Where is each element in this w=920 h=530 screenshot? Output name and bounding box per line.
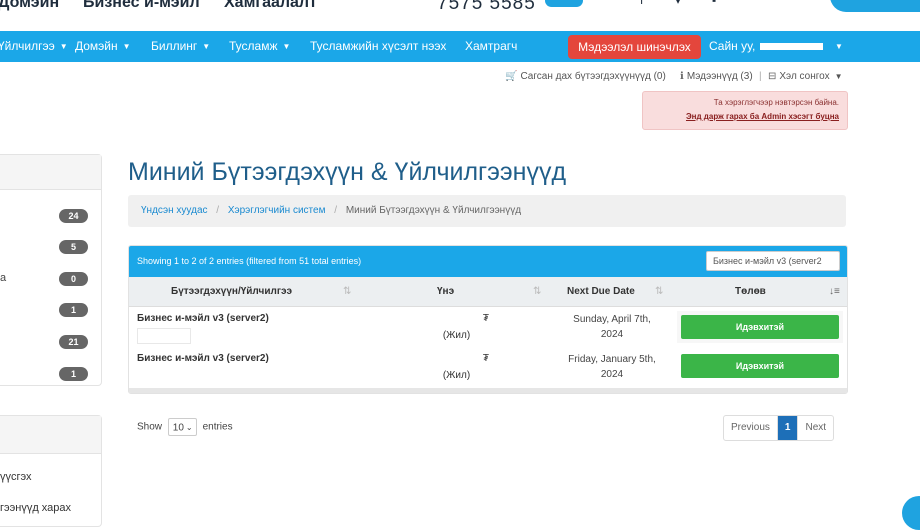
entries-length: Show 10 ⌄ entries <box>137 418 233 436</box>
sidebar-link-create[interactable]: үүсгэх <box>0 471 32 483</box>
breadcrumb-current: Миний Бүтээгдэхүүн & Үйлчилгээнүүд <box>345 205 522 216</box>
header-action-button[interactable] <box>830 0 920 12</box>
nav-item-open-ticket[interactable]: Тусламжийн хүсэлт нээх <box>310 31 446 62</box>
table-footer-bar <box>129 388 847 393</box>
support-badge <box>545 0 583 7</box>
billing-cycle: (Жил) <box>442 370 471 381</box>
pagination: Previous 1 Next <box>723 415 835 441</box>
support-phone: 7575 5585 <box>437 0 536 14</box>
breadcrumb-separator: / <box>216 205 220 216</box>
column-header-next-due[interactable]: Next Due Date <box>567 277 635 306</box>
table-info: Showing 1 to 2 of 2 entries (filtered fr… <box>137 256 362 266</box>
pagination-previous[interactable]: Previous <box>724 416 778 440</box>
sidebar-link-view[interactable]: гээнүүд харах <box>0 502 71 514</box>
pagination-next[interactable]: Next <box>798 416 833 440</box>
table-filter-input[interactable] <box>706 251 840 271</box>
next-due-date: Friday, January 5th, 2024 <box>568 354 656 380</box>
table-header-row: Бүтээгдэхүүн/Үйлчилгээ ⇅ Үнэ ⇅ Next Due … <box>129 277 847 307</box>
products-table: Showing 1 to 2 of 2 entries (filtered fr… <box>128 245 848 394</box>
admin-notice-text: Та хэрэглэгчээр нэвтэрсэн байна. <box>713 98 839 107</box>
toolbar-divider: | <box>759 71 762 82</box>
table-row[interactable]: Бизнес и-мэйл v3 (server2) ₮ (Жил) Sunda… <box>129 307 847 347</box>
sidebar-panel-overview <box>0 154 102 386</box>
breadcrumb: Үндсэн хуудас / Хэрэглэгчийн систем / Ми… <box>128 195 846 227</box>
caret-down-icon: ▼ <box>834 71 843 81</box>
info-icon: ℹ <box>680 71 684 82</box>
sidebar-item-label[interactable]: а <box>0 272 6 284</box>
language-selector[interactable]: ⊟ Хэл сонгох ▼ <box>768 71 843 82</box>
user-menu[interactable]: Сайн уу, <box>709 31 755 62</box>
entries-length-select[interactable]: 10 ⌄ <box>167 418 197 436</box>
pagination-page-1[interactable]: 1 <box>777 416 799 440</box>
top-header: Домэйн Бизнес и-мэйл Хамгаалалт 7575 558… <box>0 0 920 30</box>
nav-item-services[interactable]: Үйлчилгээ ▼ <box>0 31 68 62</box>
notifications-link[interactable]: ℹ Мэдээнүүд (3) <box>680 71 753 82</box>
caret-down-icon: ▼ <box>282 42 291 52</box>
return-to-admin-link[interactable]: Энд дарж гарах ба Admin хэсэгт буцна <box>686 112 839 121</box>
cart-link[interactable]: 🛒 Сагсан дах бүтээгдэхүүнүүд (0) <box>505 71 666 82</box>
youtube-icon[interactable]: ▪ <box>712 0 722 6</box>
sidebar-panel-header <box>0 155 101 190</box>
top-link-security[interactable]: Хамгаалалт <box>224 0 317 12</box>
breadcrumb-separator: / <box>334 205 338 216</box>
caret-down-icon: ▼ <box>122 42 131 52</box>
sort-desc-icon[interactable]: ↓≡ <box>829 277 840 306</box>
sidebar-count-badge: 21 <box>59 335 88 349</box>
price-currency: ₮ <box>482 313 489 324</box>
language-icon: ⊟ <box>768 71 777 82</box>
facebook-icon[interactable]: f <box>640 0 650 6</box>
sidebar-count-badge: 5 <box>59 240 88 254</box>
nav-item-domain[interactable]: Домэйн ▼ <box>75 31 131 62</box>
status-active-badge[interactable]: Идэвхитэй <box>681 354 839 378</box>
top-link-business-email[interactable]: Бизнес и-мэйл <box>83 0 200 12</box>
nav-item-affiliates[interactable]: Хамтрагч <box>465 31 517 62</box>
admin-login-notice: Та хэрэглэгчээр нэвтэрсэн байна. Энд дар… <box>642 91 848 130</box>
sidebar-count-badge: 0 <box>59 272 88 286</box>
sidebar-count-badge: 1 <box>59 303 88 317</box>
next-due-date: Sunday, April 7th, 2024 <box>573 314 651 340</box>
sort-icon[interactable]: ⇅ <box>343 277 351 306</box>
breadcrumb-client-area[interactable]: Хэрэглэгчийн систем <box>228 205 326 216</box>
sort-icon[interactable]: ⇅ <box>533 277 541 306</box>
cart-icon: 🛒 <box>505 71 518 82</box>
twitter-icon[interactable]: ▾ <box>675 0 685 6</box>
product-name: Бизнес и-мэйл v3 (server2) <box>137 313 269 324</box>
column-header-status[interactable]: Төлөв <box>735 277 766 306</box>
column-header-product[interactable]: Бүтээгдэхүүн/Үйлчилгээ <box>171 277 292 306</box>
top-link-domain[interactable]: Домэйн <box>0 0 59 12</box>
column-header-price[interactable]: Үнэ <box>437 277 454 306</box>
redacted-domain <box>137 328 191 344</box>
caret-down-icon: ▼ <box>202 42 211 52</box>
sort-icon[interactable]: ⇅ <box>655 277 663 306</box>
table-toolbar: Showing 1 to 2 of 2 entries (filtered fr… <box>129 246 847 277</box>
user-menu-caret[interactable]: ▼ <box>830 31 843 62</box>
username-redacted <box>760 43 823 50</box>
caret-down-icon: ▼ <box>59 42 68 52</box>
chat-widget-button[interactable] <box>902 496 920 530</box>
table-row[interactable]: Бизнес и-мэйл v3 (server2) ₮ (Жил) Frida… <box>129 347 847 387</box>
caret-down-icon: ▼ <box>835 42 843 52</box>
chevron-down-icon: ⌄ <box>185 423 193 432</box>
update-info-button[interactable]: Мэдээлэл шинэчлэх <box>568 35 701 59</box>
page-title: Миний Бүтээгдэхүүн & Үйлчилгээнүүд <box>128 158 567 186</box>
nav-item-support[interactable]: Тусламж ▼ <box>229 31 290 62</box>
price-currency: ₮ <box>482 353 489 364</box>
billing-cycle: (Жил) <box>442 330 471 341</box>
breadcrumb-home[interactable]: Үндсэн хуудас <box>141 205 208 216</box>
sidebar-count-badge: 24 <box>59 209 88 223</box>
nav-item-billing[interactable]: Биллинг ▼ <box>151 31 210 62</box>
status-active-badge[interactable]: Идэвхитэй <box>681 315 839 339</box>
sidebar-count-badge: 1 <box>59 367 88 381</box>
sidebar-panel-header <box>0 416 101 454</box>
product-name: Бизнес и-мэйл v3 (server2) <box>137 353 269 364</box>
